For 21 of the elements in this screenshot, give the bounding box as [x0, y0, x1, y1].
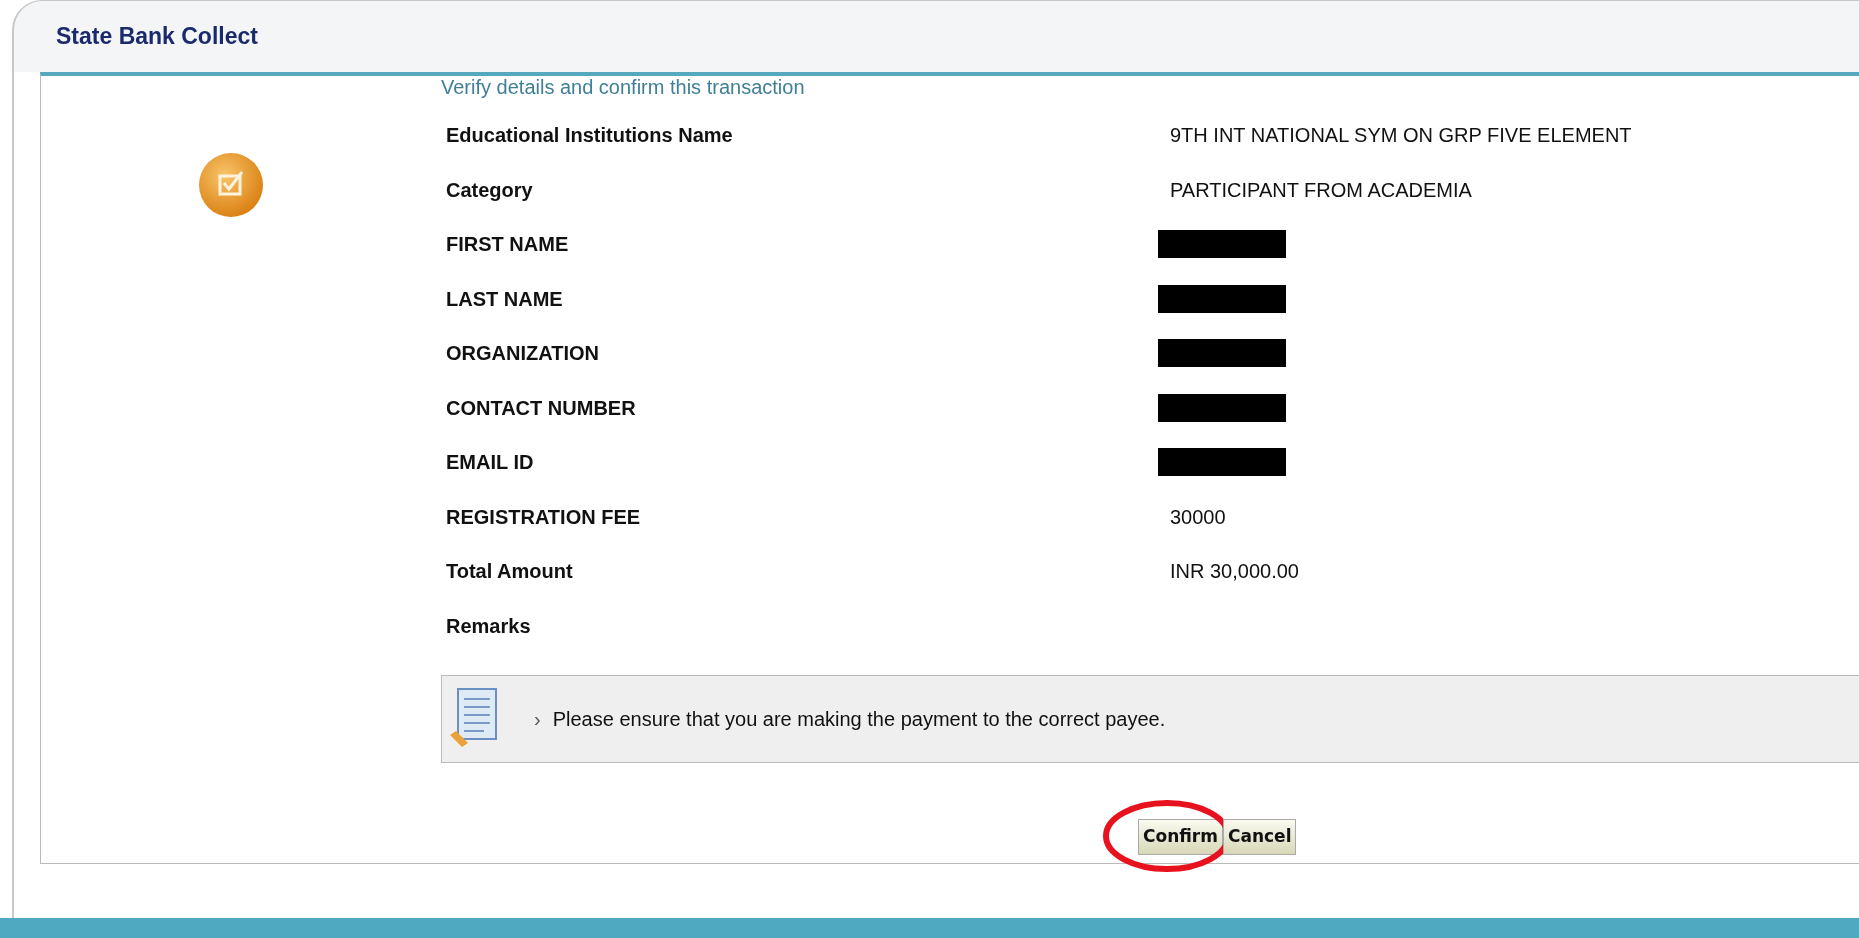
- field-label: Total Amount: [446, 560, 573, 583]
- field-label: REGISTRATION FEE: [446, 505, 641, 528]
- confirm-button[interactable]: Confirm: [1138, 819, 1223, 855]
- field-label: Educational Institutions Name: [446, 124, 733, 147]
- field-value: 9TH INT NATIONAL SYM ON GRP FIVE ELEMENT: [1169, 123, 1632, 149]
- field-label: Remarks: [446, 614, 531, 637]
- checkbox-icon: [198, 152, 264, 218]
- form-heading: Verify details and confirm this transaction: [441, 76, 805, 98]
- field-label: ORGANIZATION: [446, 342, 599, 365]
- app-title: State Bank Collect: [56, 22, 258, 52]
- field-label: EMAIL ID: [446, 451, 534, 474]
- bullet-icon: ›: [534, 704, 541, 734]
- field-label: FIRST NAME: [446, 233, 569, 256]
- field-label: Category: [446, 178, 533, 201]
- field-value: PARTICIPANT FROM ACADEMIA: [1169, 177, 1472, 203]
- field-label: CONTACT NUMBER: [446, 396, 636, 419]
- cancel-button[interactable]: Cancel: [1222, 819, 1297, 855]
- field-value: INR 30,000.00: [1169, 559, 1299, 585]
- notice-text: Please ensure that you are making the payment to the correct payee.: [552, 707, 1166, 732]
- field-value: 30000: [1169, 504, 1226, 530]
- field-label: LAST NAME: [446, 287, 563, 310]
